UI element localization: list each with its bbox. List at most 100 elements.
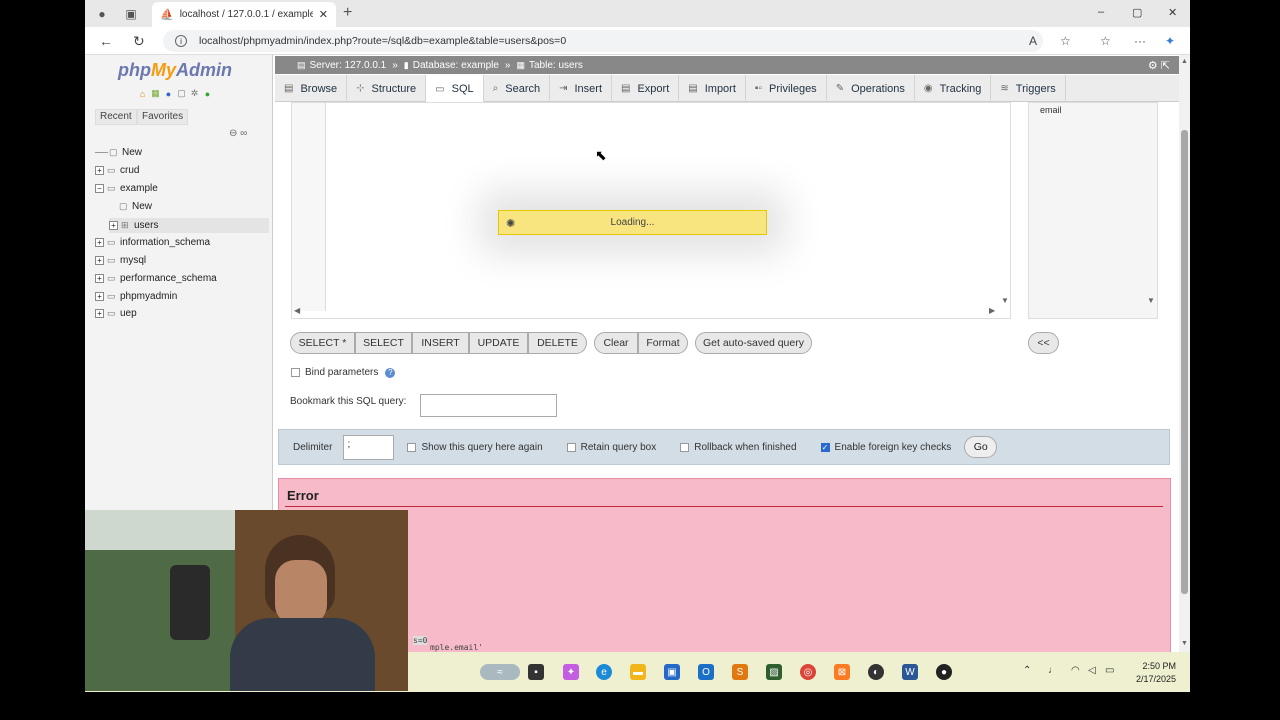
- scroll-down-icon[interactable]: ▼: [1147, 296, 1155, 305]
- tree-item-crud[interactable]: + ▭ crud: [95, 165, 139, 176]
- tree-item-example-new[interactable]: ▢ New: [119, 201, 152, 212]
- expand-icon[interactable]: +: [95, 274, 104, 283]
- back-icon[interactable]: ←: [99, 33, 113, 49]
- settings-icon[interactable]: ✲: [189, 88, 200, 99]
- delimiter-input[interactable]: ;: [343, 434, 395, 460]
- rollback-checkbox[interactable]: [680, 442, 690, 452]
- update-button[interactable]: UPDATE: [469, 332, 528, 354]
- collapse-icon[interactable]: −: [95, 184, 104, 193]
- outlook-icon[interactable]: O: [698, 664, 714, 680]
- tab-sql[interactable]: ▭ SQL: [426, 75, 484, 103]
- github-icon[interactable]: ●: [936, 664, 952, 680]
- tab-insert[interactable]: ⇥ Insert: [550, 75, 613, 102]
- copilot-icon[interactable]: ✦: [563, 664, 579, 680]
- column-item[interactable]: email: [1040, 105, 1062, 115]
- task-view-icon[interactable]: ▪: [528, 664, 544, 680]
- format-button[interactable]: Format: [638, 332, 688, 354]
- reload-icon[interactable]: ↻: [133, 33, 145, 50]
- clear-button[interactable]: Clear: [594, 332, 638, 354]
- wifi-icon[interactable]: ◠: [1071, 665, 1080, 676]
- scroll-right-icon[interactable]: ▶: [989, 306, 995, 315]
- battery-icon[interactable]: ▭: [1105, 665, 1114, 676]
- delete-button[interactable]: DELETE: [528, 332, 587, 354]
- copilot-icon[interactable]: ✦: [1165, 34, 1175, 48]
- tree-item-example[interactable]: − ▭ example: [95, 183, 158, 194]
- word-icon[interactable]: W: [902, 664, 918, 680]
- tab-triggers[interactable]: ≋ Triggers: [991, 75, 1066, 102]
- expand-icon[interactable]: +: [95, 292, 104, 301]
- tree-item-phpmyadmin[interactable]: + ▭ phpmyadmin: [95, 291, 177, 302]
- photos-icon[interactable]: ▨: [766, 664, 782, 680]
- bind-parameters-checkbox[interactable]: [291, 368, 300, 377]
- chrome-icon[interactable]: ◎: [800, 664, 816, 680]
- reload-nav-icon[interactable]: ●: [202, 88, 213, 99]
- columns-list[interactable]: email ▼: [1028, 102, 1158, 319]
- browser-tab[interactable]: ⛵ localhost / 127.0.0.1 / example / u ✕: [152, 2, 336, 27]
- minimize-button[interactable]: –: [1098, 6, 1104, 18]
- edge-icon[interactable]: e: [596, 664, 612, 680]
- breadcrumb-database[interactable]: Database: example: [413, 60, 499, 71]
- docs-icon[interactable]: ▢: [176, 88, 187, 99]
- favorite-star-icon[interactable]: ☆: [1060, 34, 1071, 48]
- help-icon[interactable]: ●: [163, 88, 174, 99]
- tab-privileges[interactable]: ▪▫ Privileges: [746, 75, 827, 102]
- breadcrumb-server[interactable]: Server: 127.0.0.1: [310, 60, 387, 71]
- tab-search[interactable]: ⌕ Search: [484, 75, 551, 102]
- tree-item-performance-schema[interactable]: + ▭ performance_schema: [95, 273, 217, 284]
- microphone-icon[interactable]: ♩: [1048, 665, 1058, 676]
- expand-icon[interactable]: +: [95, 309, 104, 318]
- scroll-down-icon[interactable]: ▼: [1001, 296, 1009, 305]
- read-aloud-icon[interactable]: A: [1029, 34, 1037, 48]
- option-retain-query-box[interactable]: Retain query box: [566, 442, 656, 453]
- foreign-key-checkbox[interactable]: ✓: [820, 442, 830, 452]
- xampp-icon[interactable]: ⊠: [834, 664, 850, 680]
- help-icon[interactable]: ?: [385, 367, 396, 378]
- bookmark-input[interactable]: [420, 394, 557, 417]
- expand-icon[interactable]: +: [95, 256, 104, 265]
- expand-icon[interactable]: +: [95, 238, 104, 247]
- scrollbar-thumb[interactable]: [1181, 130, 1188, 594]
- system-clock[interactable]: 2:50 PM 2/17/2025: [1130, 660, 1176, 686]
- tab-tracking[interactable]: ◉ Tracking: [915, 75, 992, 102]
- expand-icon[interactable]: +: [95, 166, 104, 175]
- close-window-button[interactable]: ✕: [1168, 6, 1177, 19]
- show-hidden-icons[interactable]: ⌃: [1023, 665, 1031, 676]
- more-menu-icon[interactable]: ···: [1134, 34, 1146, 48]
- sublime-icon[interactable]: S: [732, 664, 748, 680]
- favorites-button[interactable]: Favorites: [137, 109, 189, 125]
- tree-item-uep[interactable]: + ▭ uep: [95, 308, 137, 319]
- url-field[interactable]: i localhost/phpmyadmin/index.php?route=/…: [163, 30, 1043, 52]
- tab-actions-icon[interactable]: ▣: [123, 6, 139, 22]
- tree-item-new[interactable]: ▢ New: [95, 147, 142, 158]
- retain-query-checkbox[interactable]: [566, 442, 576, 452]
- recent-button[interactable]: Recent: [95, 109, 137, 125]
- option-rollback[interactable]: Rollback when finished: [680, 442, 797, 453]
- phpmyadmin-logo[interactable]: phpMyAdmin: [118, 60, 232, 81]
- show-query-checkbox[interactable]: [407, 442, 417, 452]
- restore-button[interactable]: ▢: [1132, 6, 1142, 19]
- tab-import[interactable]: ▤ Import: [679, 75, 746, 102]
- tab-browse[interactable]: ▤ Browse: [275, 75, 348, 102]
- get-autosaved-query-button[interactable]: Get auto-saved query: [695, 332, 812, 354]
- scroll-up-icon[interactable]: ▲: [1181, 58, 1188, 65]
- logout-icon[interactable]: ▦: [150, 88, 161, 99]
- favorites-bar-icon[interactable]: ☆: [1100, 34, 1111, 48]
- widgets-icon[interactable]: ≈: [480, 664, 520, 680]
- close-tab-icon[interactable]: ✕: [319, 8, 328, 21]
- settings-gear-icon[interactable]: ⚙ ⇱: [1148, 59, 1170, 72]
- insert-button[interactable]: INSERT: [412, 332, 469, 354]
- go-button[interactable]: Go: [964, 436, 998, 458]
- site-info-icon[interactable]: i: [175, 35, 187, 47]
- page-scrollbar[interactable]: ▲ ▼: [1179, 55, 1190, 652]
- select-button[interactable]: SELECT: [355, 332, 412, 354]
- collapse-all-icon[interactable]: ⊖ ∞: [229, 128, 247, 139]
- store-icon[interactable]: ▣: [664, 664, 680, 680]
- eclipse-icon[interactable]: ◐: [868, 664, 884, 680]
- scroll-left-icon[interactable]: ◀: [294, 306, 300, 315]
- new-tab-icon[interactable]: +: [343, 4, 352, 22]
- option-show-query[interactable]: Show this query here again: [407, 442, 543, 453]
- volume-icon[interactable]: ◁: [1088, 665, 1096, 676]
- collapse-columns-button[interactable]: <<: [1028, 332, 1059, 354]
- scroll-down-icon[interactable]: ▼: [1181, 640, 1188, 647]
- home-icon[interactable]: ⌂: [137, 88, 148, 99]
